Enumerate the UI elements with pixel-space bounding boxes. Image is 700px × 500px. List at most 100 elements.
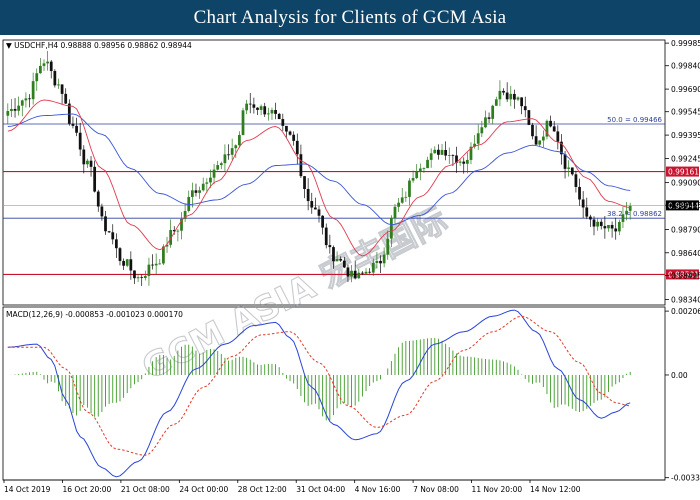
bullish-candle — [397, 202, 400, 207]
bullish-candle — [234, 145, 238, 149]
bearish-candle — [28, 98, 31, 100]
bearish-candle — [585, 207, 589, 217]
bearish-candle — [444, 149, 448, 156]
bullish-candle — [42, 63, 46, 66]
price-tick-label: 0.99545 — [671, 108, 700, 117]
price-tick-label: 0.99395 — [671, 131, 700, 140]
macd-tick-label: -0.003325 — [671, 474, 700, 483]
bearish-candle — [314, 207, 317, 210]
bearish-candle — [556, 131, 560, 142]
bearish-candle — [277, 113, 281, 120]
bullish-candle — [404, 196, 408, 198]
bullish-candle — [357, 272, 361, 279]
bearish-candle — [574, 174, 578, 187]
bearish-candle — [342, 260, 346, 268]
bearish-candle — [295, 140, 299, 155]
bullish-candle — [494, 99, 498, 106]
bearish-candle — [310, 201, 314, 208]
bearish-candle — [252, 104, 256, 108]
bullish-candle — [382, 254, 386, 264]
bullish-candle — [625, 210, 628, 215]
price-tick-label: 0.98790 — [671, 225, 700, 234]
bearish-candle — [353, 270, 357, 279]
bullish-candle — [426, 159, 429, 169]
bearish-candle — [505, 92, 509, 100]
bullish-candle — [143, 276, 147, 278]
price-tick-label: 0.99690 — [671, 85, 700, 94]
bullish-candle — [219, 163, 223, 166]
bullish-candle — [509, 93, 513, 100]
bearish-candle — [462, 161, 466, 164]
bullish-candle — [46, 61, 49, 64]
instrument-ohlc-label: ▼ USDCHF,H4 0.98888 0.98956 0.98862 0.98… — [6, 41, 192, 50]
bearish-candle — [285, 125, 288, 132]
bearish-candle — [104, 216, 107, 232]
bearish-candle — [13, 108, 17, 111]
bullish-candle — [411, 178, 415, 181]
time-tick-label: 31 Oct 04:00 — [296, 485, 345, 494]
bearish-candle — [64, 93, 68, 104]
bearish-candle — [227, 154, 230, 156]
bullish-candle — [607, 224, 610, 229]
bullish-candle — [198, 190, 201, 193]
bearish-candle — [140, 277, 144, 279]
price-tick-label: 0.98340 — [671, 296, 700, 305]
level-price-label: 0.99161 — [668, 168, 699, 177]
bullish-candle — [158, 263, 162, 265]
bullish-candle — [35, 73, 39, 82]
bearish-candle — [53, 71, 57, 86]
bullish-candle — [201, 183, 205, 191]
time-tick-label: 14 Nov 12:00 — [530, 485, 581, 494]
bearish-candle — [60, 84, 64, 94]
bearish-candle — [578, 186, 581, 200]
bearish-candle — [603, 226, 607, 229]
bearish-candle — [118, 248, 122, 261]
bullish-candle — [422, 168, 426, 169]
macd-tick-label: 0.00 — [671, 371, 688, 380]
bearish-candle — [263, 106, 267, 115]
bearish-candle — [306, 189, 310, 202]
bearish-candle — [93, 166, 97, 192]
price-tick-label: 0.98640 — [671, 249, 700, 258]
bearish-candle — [523, 106, 527, 111]
bullish-candle — [223, 154, 227, 164]
bullish-candle — [440, 149, 444, 155]
bearish-candle — [89, 160, 93, 167]
bearish-candle — [570, 167, 574, 175]
price-tick-label: 0.99985 — [671, 39, 700, 48]
bullish-candle — [393, 206, 397, 218]
bullish-candle — [371, 262, 375, 273]
bearish-candle — [563, 154, 567, 169]
bearish-candle — [527, 110, 531, 125]
bullish-candle — [216, 165, 220, 170]
bullish-candle — [241, 110, 245, 135]
time-tick-label: 28 Oct 12:00 — [238, 485, 287, 494]
bullish-candle — [480, 127, 484, 134]
bearish-candle — [599, 221, 603, 227]
bearish-candle — [151, 264, 154, 266]
bullish-candle — [57, 84, 60, 86]
bearish-candle — [107, 231, 111, 233]
bullish-candle — [498, 90, 502, 100]
chart-title: Chart Analysis for Clients of GCM Asia — [193, 6, 507, 28]
bearish-candle — [129, 259, 133, 271]
price-tick-label: 0.98495 — [671, 271, 700, 280]
bearish-candle — [534, 136, 538, 145]
bullish-candle — [259, 106, 263, 110]
bearish-candle — [361, 272, 364, 274]
bearish-candle — [281, 119, 285, 126]
bearish-candle — [292, 134, 296, 141]
bearish-candle — [114, 239, 118, 249]
price-tick-label: 0.98945 — [671, 201, 700, 210]
bearish-candle — [75, 125, 78, 133]
bullish-candle — [10, 108, 13, 112]
bearish-candle — [194, 190, 198, 193]
bearish-candle — [328, 245, 332, 248]
price-tick-label: 0.99090 — [671, 179, 700, 188]
bearish-candle — [451, 155, 455, 156]
bearish-candle — [317, 209, 321, 216]
bullish-candle — [465, 159, 469, 164]
bearish-candle — [368, 271, 372, 273]
time-tick-label: 4 Nov 16:00 — [355, 485, 401, 494]
bullish-candle — [447, 155, 451, 156]
